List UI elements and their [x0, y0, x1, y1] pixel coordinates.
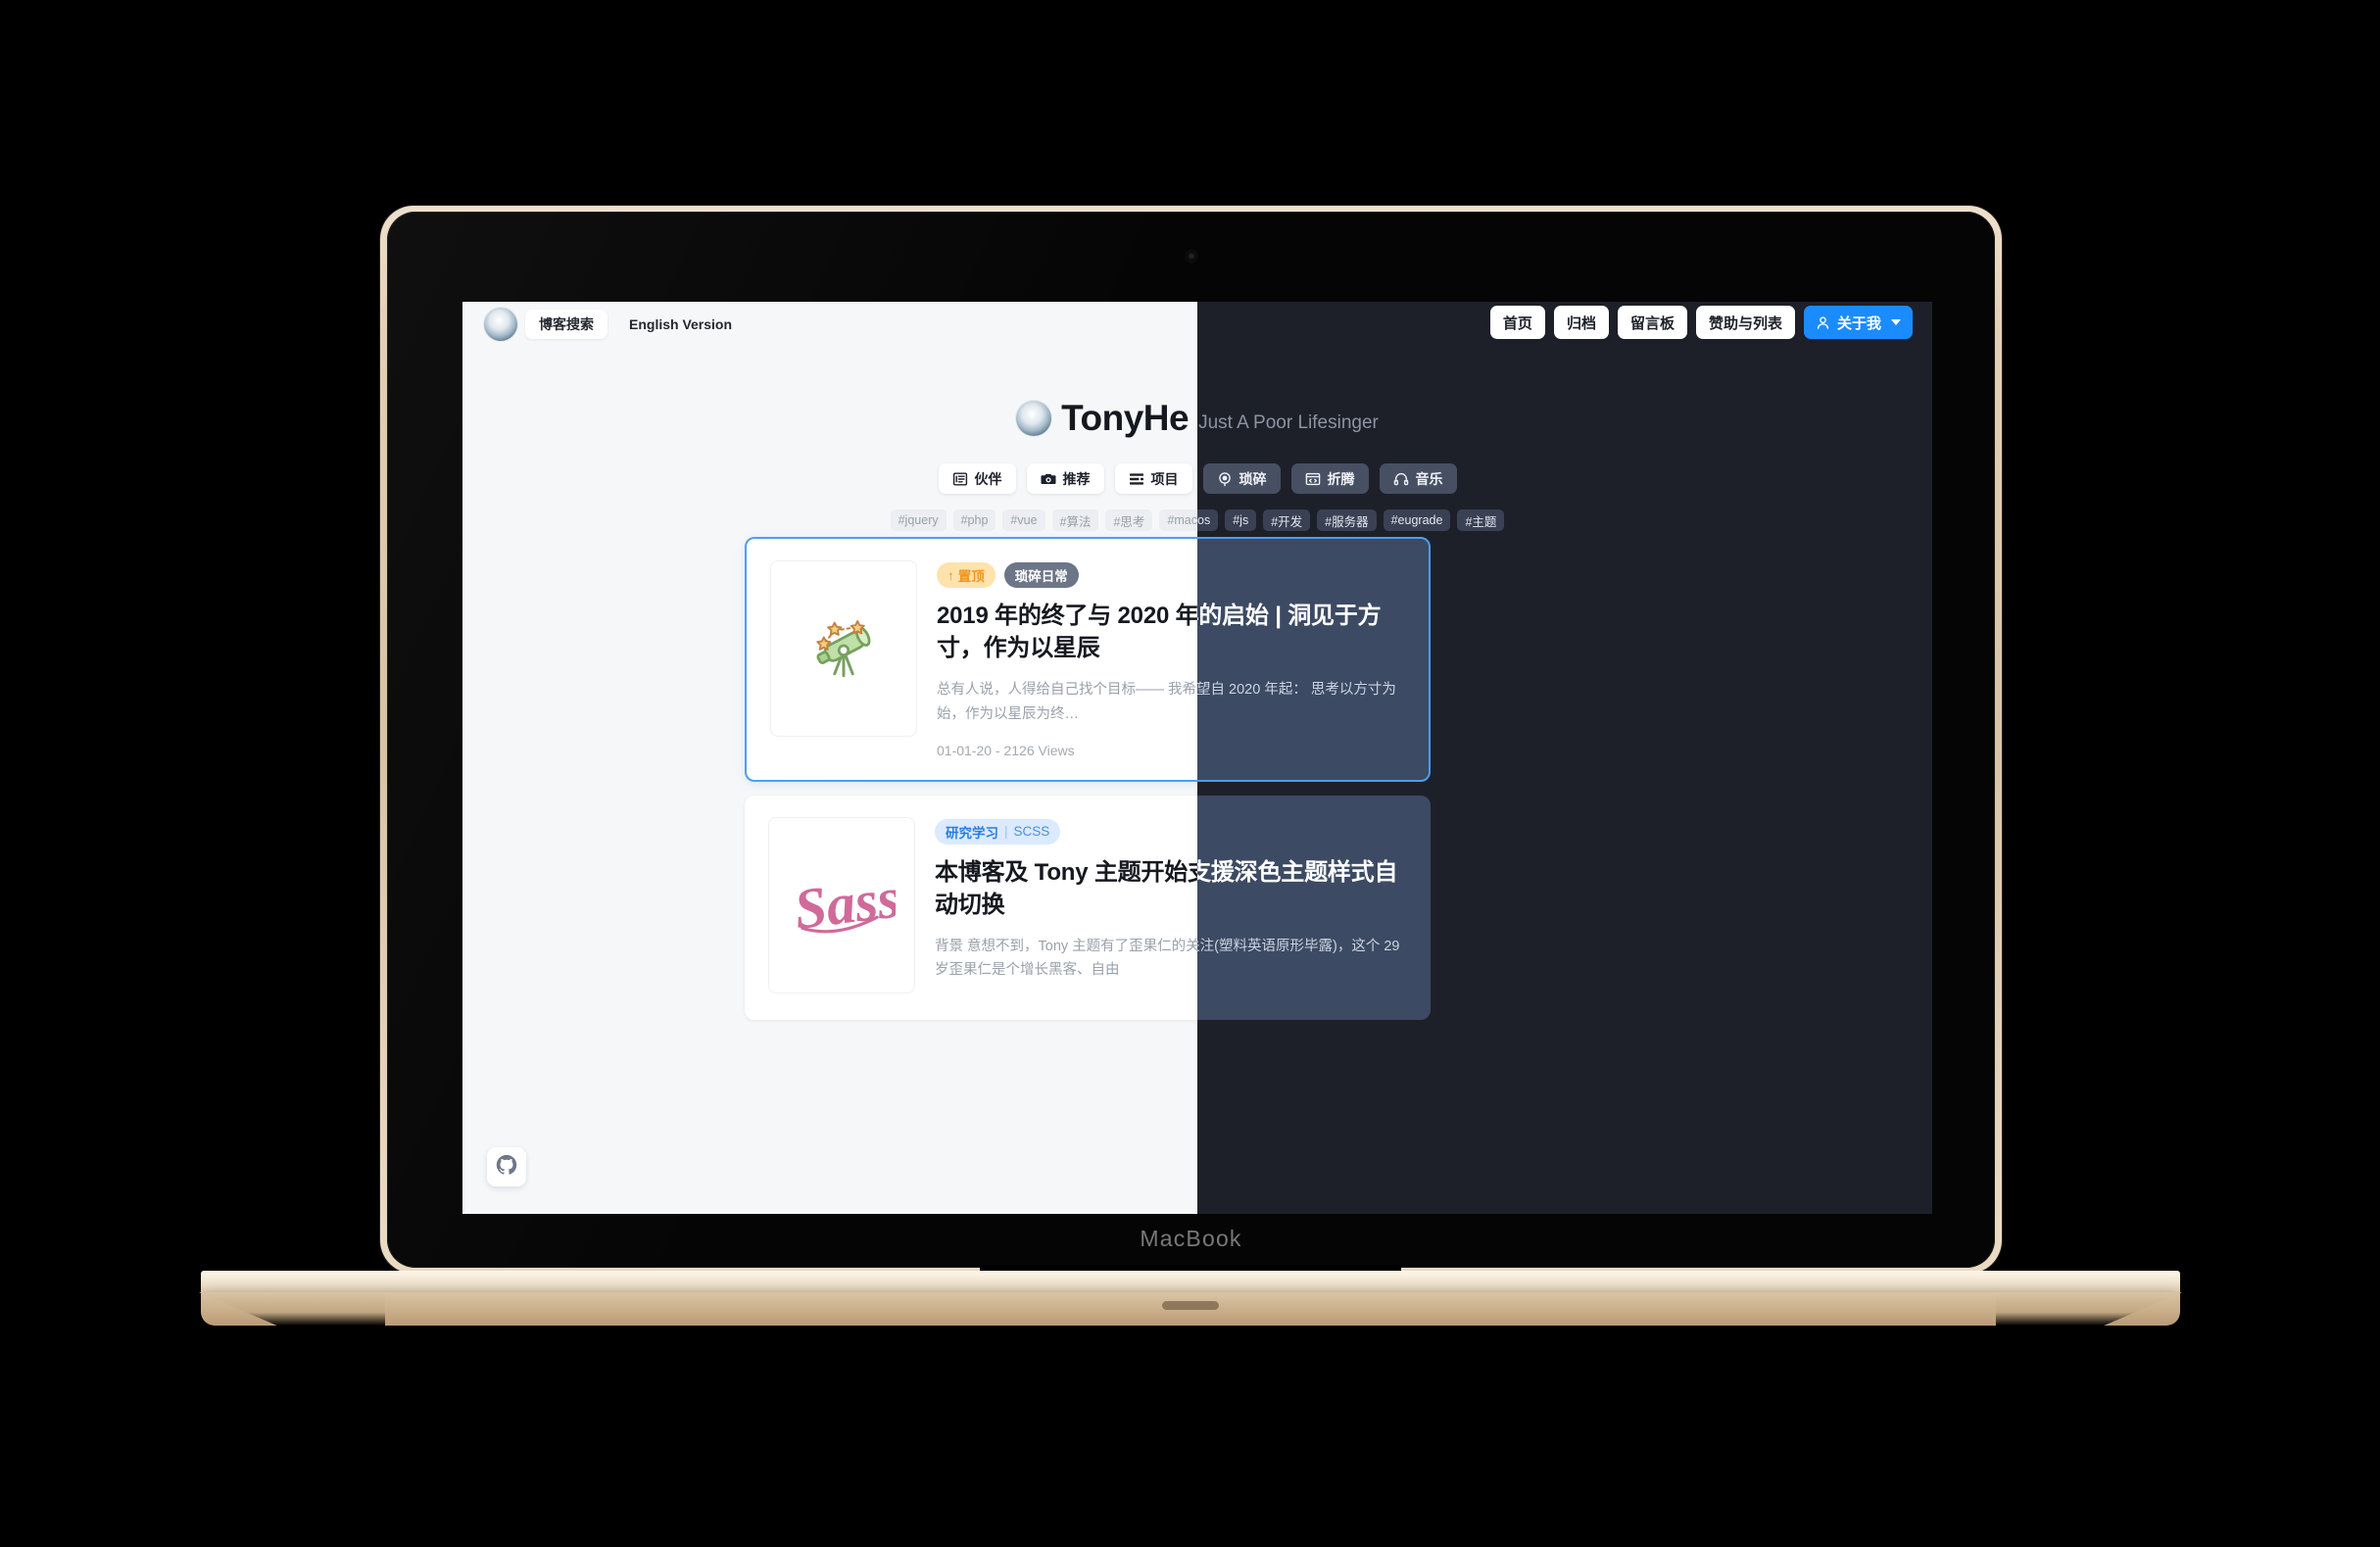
tag-item[interactable]: #eugrade: [1383, 509, 1451, 531]
nav-archive[interactable]: 归档: [1553, 306, 1609, 339]
pinned-badge: ↑ 置顶: [937, 562, 996, 588]
post-thumbnail: [770, 560, 917, 737]
tag-item[interactable]: #算法: [1051, 509, 1099, 531]
post-list: ↑置顶琐碎日常 2019 年的终了与 2020 年的启始 | 洞见于方寸，作为以星…: [1197, 537, 1431, 1034]
camera-icon: [1041, 471, 1056, 487]
laptop-bezel: MacBook 博客搜索 English Version 首页 归档 留言板 赞助与列表 关…: [387, 212, 1995, 1268]
dark-theme-content: 博客搜索English Version首页归档留言板赞助与列表关于我TonyHe…: [1197, 302, 1932, 1214]
pin-arrow-icon: ↑: [947, 567, 954, 583]
list-icon: [952, 471, 968, 487]
category-button-label: 推荐: [1062, 470, 1091, 487]
top-bar: 博客搜索English Version首页归档留言板赞助与列表关于我: [1197, 302, 1932, 361]
category-button-2[interactable]: 推荐: [1026, 463, 1104, 494]
tag-item[interactable]: #主题: [1457, 509, 1505, 531]
nav-home-label: 首页: [1502, 314, 1532, 332]
post-thumbnail: Sass: [768, 816, 915, 993]
nav-sponsor[interactable]: 赞助与列表: [1695, 306, 1795, 339]
about-me-label: 关于我: [1836, 314, 1881, 332]
category-button-label: 琐碎: [1239, 470, 1267, 487]
tag-item[interactable]: #vue: [1002, 509, 1045, 531]
tag-item[interactable]: #服务器: [1317, 509, 1377, 531]
laptop-screen: 博客搜索 English Version 首页 归档 留言板 赞助与列表 关于我 TonyHe…: [462, 302, 1932, 1214]
stack-icon: [1129, 471, 1144, 487]
english-version-label: English Version: [629, 316, 733, 332]
blog-search-button[interactable]: 博客搜索: [525, 310, 607, 339]
site-identity: TonyHeJust A Poor Lifesinger: [1197, 400, 1932, 436]
post-subcategory-label: SCSS: [1013, 824, 1050, 839]
sass-logo: Sass: [791, 865, 896, 942]
page-title: TonyHe: [1061, 398, 1190, 438]
post-body: 研究学习|SCSS 本博客及 Tony 主题开始支援深色主题样式自动切换背景 意想…: [1197, 817, 1407, 999]
headphone-icon: [1393, 471, 1409, 487]
blog-search-label: 博客搜索: [539, 316, 594, 332]
pinned-badge-label: 置顶: [957, 569, 985, 584]
post-category-label: 研究学习: [946, 825, 998, 841]
laptop-deck-body: [201, 1292, 2180, 1326]
tag-item[interactable]: #思考: [1105, 509, 1153, 531]
macbook-mockup: MacBook 博客搜索 English Version 首页 归档 留言板 赞助与列表 关…: [380, 206, 2002, 1274]
post-excerpt: 总有人说，人得给自己找个目标—— 我希望自 2020 年起： 思考以方寸为始，作…: [1197, 682, 1396, 699]
hero-section: TonyHeJust A Poor Lifesinger伙伴推荐项目琐碎折腾音乐…: [1197, 400, 1932, 531]
screenshot-stage: MacBook 博客搜索 English Version 首页 归档 留言板 赞助与列表 关…: [0, 0, 2380, 1547]
category-button-1[interactable]: 伙伴: [938, 463, 1016, 494]
telescope-emoji: [816, 620, 871, 678]
post-body: ↑置顶琐碎日常 2019 年的终了与 2020 年的启始 | 洞见于方寸，作为以星…: [1197, 560, 1405, 758]
nav-archive-label: 归档: [1566, 314, 1596, 332]
avatar[interactable]: [484, 308, 517, 341]
top-bar-left: 博客搜索 English Version: [484, 308, 746, 341]
post-card[interactable]: Sass研究学习|SCSS本博客及 Tony 主题开始支援深色主题样式自动切换背…: [1197, 795, 1431, 1020]
laptop-base: [199, 1265, 2182, 1337]
nav-guestbook-label: 留言板: [1629, 314, 1675, 332]
category-button-label: 音乐: [1415, 470, 1443, 487]
post-badges: ↑置顶琐碎日常: [1197, 562, 1405, 588]
user-icon: [1816, 315, 1830, 330]
category-button-6[interactable]: 音乐: [1379, 463, 1457, 494]
category-button-3[interactable]: 项目: [1114, 463, 1192, 494]
record-icon: [1217, 471, 1233, 487]
category-button-label: 折腾: [1327, 470, 1355, 487]
category-separator: |: [1004, 824, 1008, 839]
github-icon: [496, 1154, 517, 1181]
nav-sponsor-label: 赞助与列表: [1708, 314, 1782, 332]
blog-page: 博客搜索 English Version 首页 归档 留言板 赞助与列表 关于我 TonyHe…: [462, 302, 1932, 1214]
site-tagline: Just A Poor Lifesinger: [1198, 412, 1379, 433]
post-badges: 研究学习|SCSS: [1197, 819, 1407, 845]
tag-item[interactable]: #开发: [1263, 509, 1311, 531]
nav-home[interactable]: 首页: [1489, 306, 1545, 339]
post-category-label: 琐碎日常: [1014, 569, 1068, 584]
post-meta: 01-01-20 - 2126 Views: [1197, 743, 1405, 758]
category-button-label: 伙伴: [974, 470, 1002, 487]
category-buttons: 伙伴推荐项目琐碎折腾音乐: [1197, 463, 1932, 494]
webcam-icon: [1186, 251, 1196, 262]
post-title[interactable]: 本博客及 Tony 主题开始支援深色主题样式自动切换: [1197, 856, 1407, 921]
tag-item[interactable]: #macos: [1197, 509, 1219, 531]
post-category-badge[interactable]: 琐碎日常: [1003, 562, 1079, 588]
tag-item[interactable]: #php: [952, 509, 996, 531]
tag-item[interactable]: #jquery: [890, 509, 947, 531]
dark-theme-layer: 博客搜索English Version首页归档留言板赞助与列表关于我TonyHe…: [1197, 302, 1932, 1214]
chevron-down-icon: [1891, 319, 1901, 325]
macbook-wordmark: MacBook: [1140, 1226, 1242, 1251]
code-window-icon: [1305, 471, 1321, 487]
github-button[interactable]: [487, 1147, 526, 1186]
nav-guestbook[interactable]: 留言板: [1617, 306, 1687, 339]
post-title[interactable]: 2019 年的终了与 2020 年的启始 | 洞见于方寸，作为以星辰: [1197, 600, 1405, 664]
post-card[interactable]: ↑置顶琐碎日常 2019 年的终了与 2020 年的启始 | 洞见于方寸，作为以星…: [1197, 537, 1431, 782]
top-bar-nav: 首页 归档 留言板 赞助与列表 关于我: [1489, 306, 1913, 339]
category-button-label: 项目: [1150, 470, 1179, 487]
category-button-4[interactable]: 琐碎: [1202, 463, 1281, 494]
tag-item[interactable]: #js: [1225, 509, 1257, 531]
hero-avatar: [1016, 400, 1052, 436]
tag-list: #jquery#php#vue#算法#思考#macos#js#开发#服务器#eu…: [1197, 509, 1932, 531]
post-excerpt: 背景 意想不到，Tony 主题有了歪果仁的关注(塑料英语原形毕露)，这个 29 …: [1197, 938, 1400, 954]
post-category-badge[interactable]: 研究学习 | SCSS: [935, 818, 1061, 845]
english-version-link[interactable]: English Version: [615, 310, 746, 339]
about-me-button[interactable]: 关于我: [1803, 306, 1913, 339]
category-button-5[interactable]: 折腾: [1290, 463, 1369, 494]
